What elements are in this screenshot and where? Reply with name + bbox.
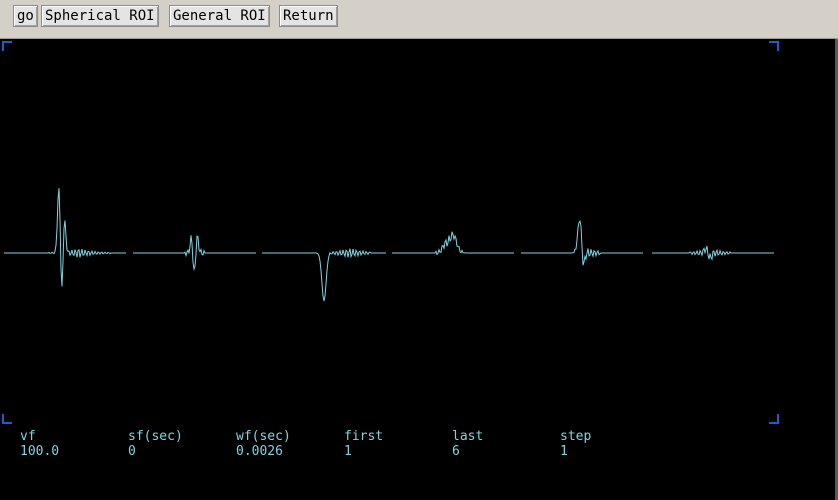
param-label-last: last — [452, 429, 484, 444]
return-button[interactable]: Return — [279, 5, 338, 27]
waveform-trace-6 — [652, 246, 774, 261]
waveform-trace-1 — [4, 188, 126, 287]
param-label-wf: wf(sec) — [236, 429, 291, 444]
waveform-trace-2 — [133, 235, 256, 271]
waveform-display[interactable]: vf sf(sec) wf(sec) first last step 100.0… — [0, 39, 838, 500]
param-value-first: 1 — [344, 444, 352, 459]
waveform-plot — [4, 188, 774, 302]
waveform-trace-5 — [521, 219, 643, 266]
spherical-roi-button[interactable]: Spherical ROI — [41, 5, 159, 27]
param-label-step: step — [560, 429, 592, 444]
waveform-trace-4 — [392, 231, 514, 256]
go-button[interactable]: go — [13, 5, 38, 27]
param-value-sf: 0 — [128, 444, 136, 459]
general-roi-button[interactable]: General ROI — [169, 5, 270, 27]
waveform-trace-3 — [262, 248, 386, 302]
param-label-vf: vf — [20, 429, 36, 444]
param-label-sf: sf(sec) — [128, 429, 183, 444]
param-label-first: first — [344, 429, 384, 444]
toolbar: go Spherical ROI General ROI Return — [0, 0, 838, 39]
param-value-step: 1 — [560, 444, 568, 459]
param-value-last: 6 — [452, 444, 460, 459]
param-value-wf: 0.0026 — [236, 444, 283, 459]
param-value-vf: 100.0 — [20, 444, 60, 459]
